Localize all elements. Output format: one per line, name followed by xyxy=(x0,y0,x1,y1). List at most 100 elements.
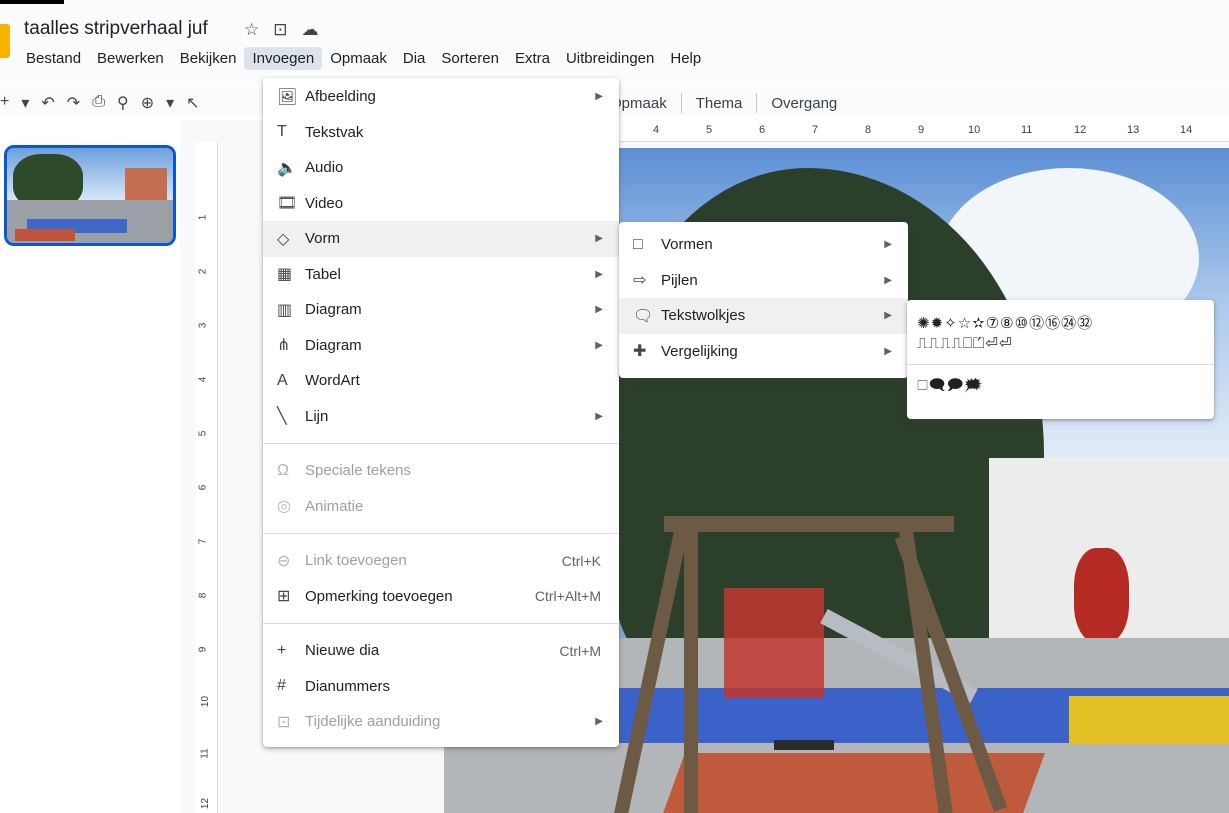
menu-item-tekstvak[interactable]: T Tekstvak xyxy=(263,115,619,151)
menu-invoegen[interactable]: Invoegen xyxy=(244,47,323,70)
menu-item-tekstwolkjes[interactable]: 🗨 Tekstwolkjes ▶ xyxy=(619,298,908,334)
placeholder-icon: ⊡ xyxy=(277,713,291,731)
menu-item-label: Link toevoegen xyxy=(305,552,407,570)
menu-item-label: Tijdelijke aanduiding xyxy=(305,713,441,731)
menu-item-label: Opmerking toevoegen xyxy=(305,587,453,605)
menu-bewerken[interactable]: Bewerken xyxy=(89,47,172,70)
shape-submenu: □ Vormen ▶ ⇨ Pijlen ▶ 🗨 Tekstwolkjes ▶ ✚ Vergelijk… xyxy=(619,222,908,378)
menu-sorteren[interactable]: Sorteren xyxy=(433,47,507,70)
slides-logo[interactable] xyxy=(0,24,10,58)
menu-item-diagram[interactable]: ⋔ Diagram ▶ xyxy=(263,328,619,364)
menu-bestand[interactable]: Bestand xyxy=(18,47,89,70)
ruler-label: 5 xyxy=(197,430,209,437)
menu-item-label: WordArt xyxy=(305,372,360,390)
select-cursor-icon[interactable]: ↖ xyxy=(186,93,199,113)
menu-opmaak[interactable]: Opmaak xyxy=(322,47,395,70)
callout-icon: 🗨 xyxy=(633,307,654,325)
ruler-label: 9 xyxy=(918,124,925,136)
submenu-arrow-icon: ▶ xyxy=(884,310,892,322)
redo-icon[interactable]: ↷ xyxy=(67,93,80,113)
menu-extra[interactable]: Extra xyxy=(507,47,558,70)
ruler-label: 14 xyxy=(1180,124,1193,136)
menu-item-label: Nieuwe dia xyxy=(305,642,380,660)
undo-icon[interactable]: ↶ xyxy=(41,93,54,113)
shortcut-label: Ctrl+K xyxy=(561,552,601,569)
textbox-icon: T xyxy=(277,123,287,141)
document-title[interactable]: taalles stripverhaal juf xyxy=(24,18,208,40)
move-folder-icon[interactable]: ⊡ xyxy=(273,20,287,40)
menu-item-label: Diagram xyxy=(305,336,362,354)
menu-item-label: Animatie xyxy=(305,497,364,515)
submenu-arrow-icon: ▶ xyxy=(884,239,892,251)
menu-item-vorm[interactable]: ◇ Vorm ▶ xyxy=(263,221,619,257)
shortcut-label: Ctrl+Alt+M xyxy=(534,588,601,605)
menu-dia[interactable]: Dia xyxy=(395,47,434,70)
divider xyxy=(756,93,758,113)
chart-icon: ▥ xyxy=(277,301,293,319)
submenu-arrow-icon: ▶ xyxy=(595,91,603,103)
menu-item-vergelijking[interactable]: ✚ Vergelijking ▶ xyxy=(619,334,908,370)
divider xyxy=(680,93,682,113)
submenu-arrow-icon: ▶ xyxy=(595,410,603,422)
submenu-arrow-icon: ▶ xyxy=(595,233,603,245)
table-icon: ▦ xyxy=(277,266,293,284)
zoom-icon[interactable]: ⊕ xyxy=(141,93,154,113)
paint-format-icon[interactable]: ⚲ xyxy=(117,93,129,113)
menu-item-afbeelding[interactable]: 🖼 Afbeelding ▶ xyxy=(263,79,619,115)
animation-icon: ◎ xyxy=(277,498,291,516)
menu-help[interactable]: Help xyxy=(662,47,709,70)
ruler-label: 12 xyxy=(200,797,212,810)
omega-icon: Ω xyxy=(277,461,289,479)
cloud-status-icon[interactable]: ☁ xyxy=(302,20,319,40)
menu-item-nieuwe-dia[interactable]: + Nieuwe dia Ctrl+M xyxy=(263,633,619,669)
ruler-label: 4 xyxy=(197,376,209,383)
menu-item-speciale-tekens: Ω Speciale tekens xyxy=(263,453,619,489)
submenu-arrow-icon: ▶ xyxy=(595,716,603,728)
dropdown-icon[interactable]: ▾ xyxy=(21,93,29,113)
star-icon[interactable]: ☆ xyxy=(244,20,259,40)
ruler-label: 8 xyxy=(865,124,872,136)
menu-item-tabel[interactable]: ▦ Tabel ▶ xyxy=(263,257,619,293)
slide-thumbnail[interactable] xyxy=(4,145,176,246)
vertical-ruler: 1 2 3 4 5 6 7 8 9 10 11 12 xyxy=(196,142,218,813)
ruler-label: 3 xyxy=(197,322,209,329)
line-icon: ╲ xyxy=(277,408,287,426)
transition-button[interactable]: Overgang xyxy=(771,95,837,112)
menu-uitbreidingen[interactable]: Uitbreidingen xyxy=(558,47,662,70)
callout-shapes-row-1[interactable]: ✺✹✧☆✫⑦⑧⑩⑫⑯㉔㉜ xyxy=(917,312,1214,334)
menu-item-opmerking-toevoegen[interactable]: ⊞ Opmerking toevoegen Ctrl+Alt+M xyxy=(263,579,619,615)
ruler-label: 8 xyxy=(197,592,209,599)
menu-item-video[interactable]: 🎞 Video xyxy=(263,186,619,222)
new-slide-icon[interactable]: + xyxy=(0,93,9,113)
video-icon: 🎞 xyxy=(277,195,298,213)
menu-item-vormen[interactable]: □ Vormen ▶ xyxy=(619,227,908,263)
callout-shapes-row-2[interactable]: ⎍⎍⎍⎍⎕⏍⏎⏎ xyxy=(917,334,1214,356)
menu-item-label: Tabel xyxy=(305,265,341,283)
audio-icon: 🔈 xyxy=(277,159,297,177)
menu-item-label: Pijlen xyxy=(661,271,698,289)
callout-shapes-row-3[interactable]: 🗆🗨🗩🗯 xyxy=(917,375,1214,397)
menu-item-lijn[interactable]: ╲ Lijn ▶ xyxy=(263,399,619,435)
callouts-panel: ✺✹✧☆✫⑦⑧⑩⑫⑯㉔㉜ ⎍⎍⎍⎍⎕⏍⏎⏎ 🗆🗨🗩🗯 xyxy=(907,300,1214,419)
menu-item-label: Lijn xyxy=(305,407,329,425)
menu-item-pijlen[interactable]: ⇨ Pijlen ▶ xyxy=(619,263,908,299)
ruler-label: 5 xyxy=(706,124,713,136)
wordart-icon: A xyxy=(277,371,288,389)
print-icon[interactable]: ⎙ xyxy=(92,93,105,113)
ruler-label: 9 xyxy=(197,646,209,653)
menu-item-audio[interactable]: 🔈 Audio xyxy=(263,150,619,186)
zoom-dropdown-icon[interactable]: ▾ xyxy=(166,93,174,113)
menu-item-tijdelijke-aanduiding: ⊡ Tijdelijke aanduiding ▶ xyxy=(263,704,619,740)
menu-item-label: Vergelijking xyxy=(661,342,738,360)
menu-item-dianummers[interactable]: # Dianummers xyxy=(263,669,619,705)
submenu-arrow-icon: ▶ xyxy=(884,274,892,286)
menu-item-label: Vormen xyxy=(661,236,713,254)
equation-icon: ✚ xyxy=(633,343,647,361)
menu-item-wordart[interactable]: A WordArt xyxy=(263,363,619,399)
theme-button[interactable]: Thema xyxy=(696,95,743,112)
menu-divider xyxy=(263,533,619,534)
menu-divider xyxy=(263,623,619,624)
menu-bekijken[interactable]: Bekijken xyxy=(172,47,245,70)
menu-item-diagram[interactable]: ▥ Diagram ▶ xyxy=(263,292,619,328)
shortcut-label: Ctrl+M xyxy=(559,642,601,659)
